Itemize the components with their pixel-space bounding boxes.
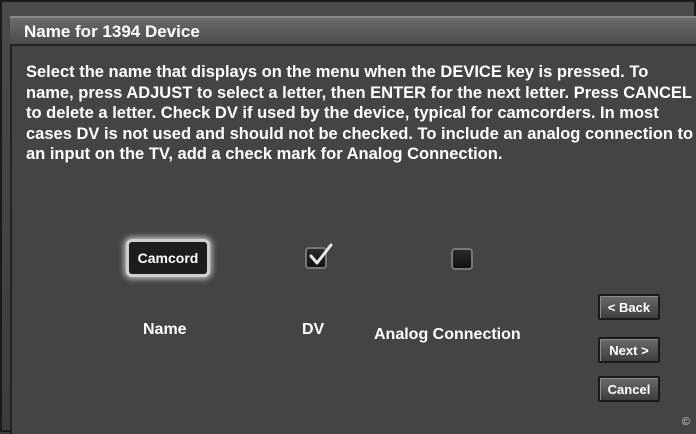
dv-label: DV bbox=[302, 321, 325, 338]
analog-connection-label: Analog Connection bbox=[374, 326, 521, 343]
title-bar: Name for 1394 Device bbox=[10, 16, 696, 46]
name-button[interactable]: Camcord bbox=[126, 239, 210, 277]
cancel-button[interactable]: Cancel bbox=[598, 376, 660, 402]
dialog-title: Name for 1394 Device bbox=[24, 22, 200, 41]
instructions-text: Select the name that displays on the men… bbox=[26, 63, 694, 163]
copyright-mark: © bbox=[681, 416, 690, 428]
checkmark-icon bbox=[309, 243, 333, 265]
dialog-frame: Name for 1394 Device Select the name tha… bbox=[0, 0, 696, 434]
dialog-content: Select the name that displays on the men… bbox=[10, 46, 696, 434]
analog-connection-checkbox[interactable] bbox=[451, 248, 473, 270]
name-label: Name bbox=[143, 321, 187, 338]
next-button[interactable]: Next > bbox=[598, 337, 660, 363]
back-button[interactable]: < Back bbox=[598, 294, 660, 320]
dv-checkbox[interactable] bbox=[305, 243, 333, 269]
